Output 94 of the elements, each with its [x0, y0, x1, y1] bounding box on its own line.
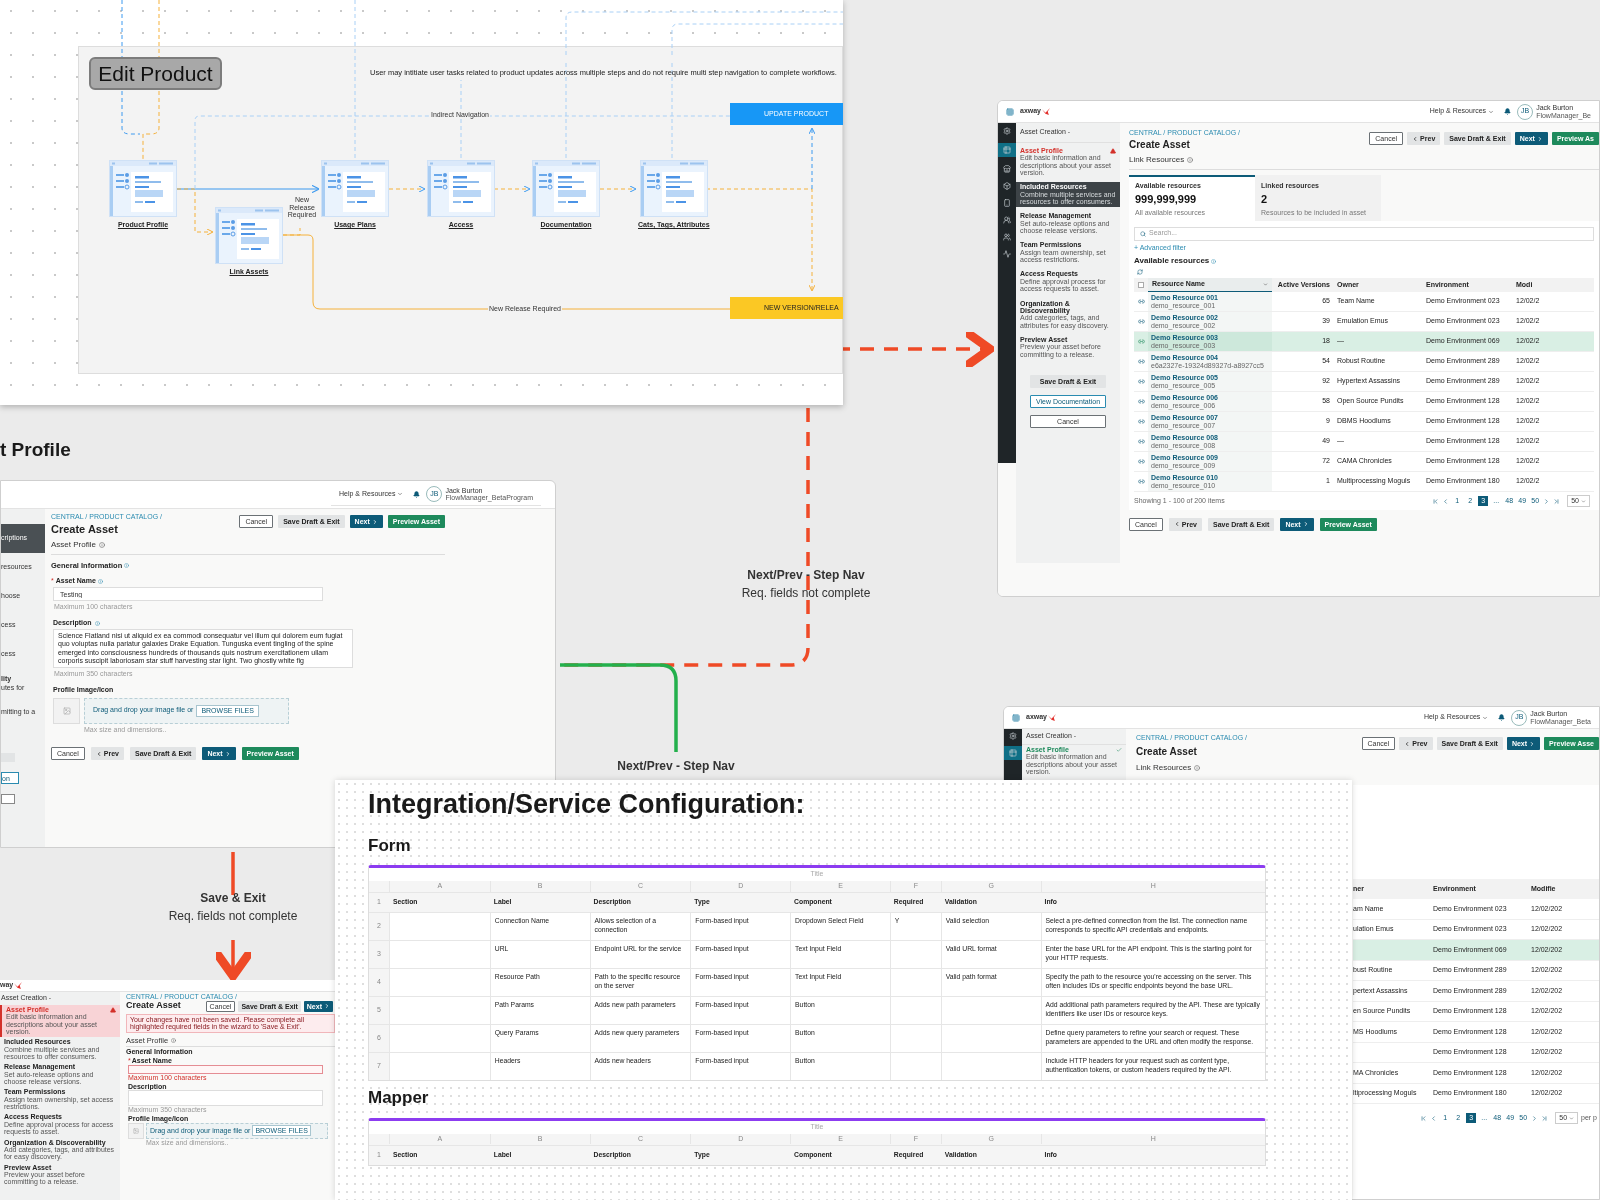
link-icon[interactable] [1137, 418, 1145, 425]
asset-name-field[interactable] [128, 1065, 323, 1075]
chevron-right-icon [324, 1003, 330, 1010]
info-icon [1211, 258, 1217, 264]
stat-value: 999,999,999 [1135, 192, 1198, 207]
section-heading: t Profile [0, 438, 71, 462]
chevron-right-icon [371, 518, 378, 525]
link-icon[interactable] [1137, 398, 1145, 405]
chevron-down-icon [1581, 498, 1586, 504]
chevron-left-icon [1173, 521, 1180, 527]
chevron-right-icon [1536, 135, 1543, 142]
screen-thumbnail [109, 160, 177, 217]
first-page-icon[interactable] [1432, 497, 1440, 505]
box-icon[interactable] [1003, 182, 1011, 190]
bell-icon[interactable] [1498, 714, 1506, 721]
select-all-checkbox[interactable] [1138, 282, 1144, 288]
image-icon [62, 706, 71, 715]
users-icon[interactable] [1003, 233, 1011, 241]
gear-icon[interactable] [1009, 732, 1017, 740]
stat-value: 2 [1261, 192, 1269, 207]
link-icon[interactable] [1137, 298, 1145, 305]
transition-label: Save & Exit [200, 890, 266, 907]
store-icon[interactable] [1003, 165, 1011, 173]
refresh-icon[interactable] [1137, 269, 1143, 275]
section-heading: Form [368, 834, 412, 857]
page-title: Create Asset [1136, 744, 1198, 759]
link-icon[interactable] [1137, 338, 1145, 345]
app-launcher-icon[interactable] [1012, 713, 1020, 722]
screen-thumbnail [215, 207, 283, 264]
screen-thumbnail [321, 160, 389, 217]
list-title: Available resources [1134, 255, 1210, 267]
description-field[interactable] [128, 1090, 323, 1107]
link-icon[interactable] [1137, 318, 1145, 325]
screen-thumbnail [427, 160, 495, 217]
app-launcher-icon[interactable] [1006, 107, 1014, 116]
link-icon[interactable] [1137, 458, 1145, 465]
sort-icon[interactable] [1263, 282, 1268, 287]
image-icon [133, 1127, 139, 1134]
chevron-right-icon [1529, 740, 1536, 747]
info-icon [98, 541, 105, 548]
next-page-icon[interactable] [1543, 497, 1551, 505]
transition-note: Req. fields not complete [168, 908, 298, 925]
last-page-icon[interactable] [1553, 497, 1561, 505]
info-icon [1187, 156, 1194, 163]
table-icon[interactable] [1003, 146, 1011, 154]
transition-note: Req. fields not complete [741, 585, 871, 602]
link-icon[interactable] [1137, 378, 1145, 385]
screen-thumbnail [639, 160, 708, 217]
chevron-right-icon [1302, 521, 1309, 527]
search-icon [1140, 230, 1146, 237]
first-page-icon[interactable] [1420, 1114, 1428, 1122]
gear-icon[interactable] [1003, 127, 1011, 135]
section-title: Asset Profile [51, 538, 96, 551]
info-icon [171, 1038, 177, 1044]
table-icon[interactable] [1009, 749, 1017, 757]
chevron-left-icon [1404, 740, 1411, 747]
info-icon [97, 578, 103, 584]
info-icon [94, 620, 100, 626]
bird-logo-icon [1048, 714, 1057, 721]
transition-label: Next/Prev - Step Nav [747, 567, 865, 584]
chevron-down-icon [1482, 714, 1489, 721]
people-icon[interactable] [1003, 216, 1011, 224]
page-title: Create Asset [51, 522, 119, 536]
last-page-icon[interactable] [1541, 1114, 1549, 1122]
next-page-icon[interactable] [1531, 1114, 1539, 1122]
bell-icon[interactable] [413, 490, 421, 498]
pulse-icon[interactable] [1003, 250, 1011, 258]
chevron-left-icon [1412, 135, 1419, 142]
link-icon[interactable] [1137, 438, 1145, 445]
chevron-right-icon [224, 750, 231, 757]
chevron-left-icon [95, 750, 102, 757]
prev-page-icon[interactable] [1442, 497, 1450, 505]
info-icon [1194, 764, 1201, 771]
chevron-down-icon [397, 491, 404, 497]
page-title: Create Asset [1129, 138, 1191, 151]
transition-line [231, 852, 235, 895]
bird-logo-icon [14, 982, 23, 989]
bird-logo-icon [1042, 108, 1051, 115]
bell-icon[interactable] [1504, 108, 1512, 115]
transition-label: Next/Prev - Step Nav [617, 758, 735, 775]
title-badge: Edit Product [89, 57, 222, 90]
screen-thumbnail [532, 160, 600, 217]
link-icon[interactable] [1137, 358, 1145, 365]
section-heading: Mapper [368, 1087, 430, 1109]
section-title: Link Resources [1136, 761, 1192, 774]
page-title: Create Asset [126, 1001, 181, 1012]
chevron-down-icon [1569, 1115, 1575, 1121]
prev-page-icon[interactable] [1430, 1114, 1438, 1122]
info-icon [124, 562, 130, 568]
link-icon[interactable] [1137, 478, 1145, 485]
phone-icon[interactable] [1003, 199, 1011, 207]
document-title: Integration/Service Configuration: [368, 788, 806, 821]
section-title: Link Resources [1129, 153, 1185, 166]
chevron-down-icon [1488, 108, 1495, 115]
